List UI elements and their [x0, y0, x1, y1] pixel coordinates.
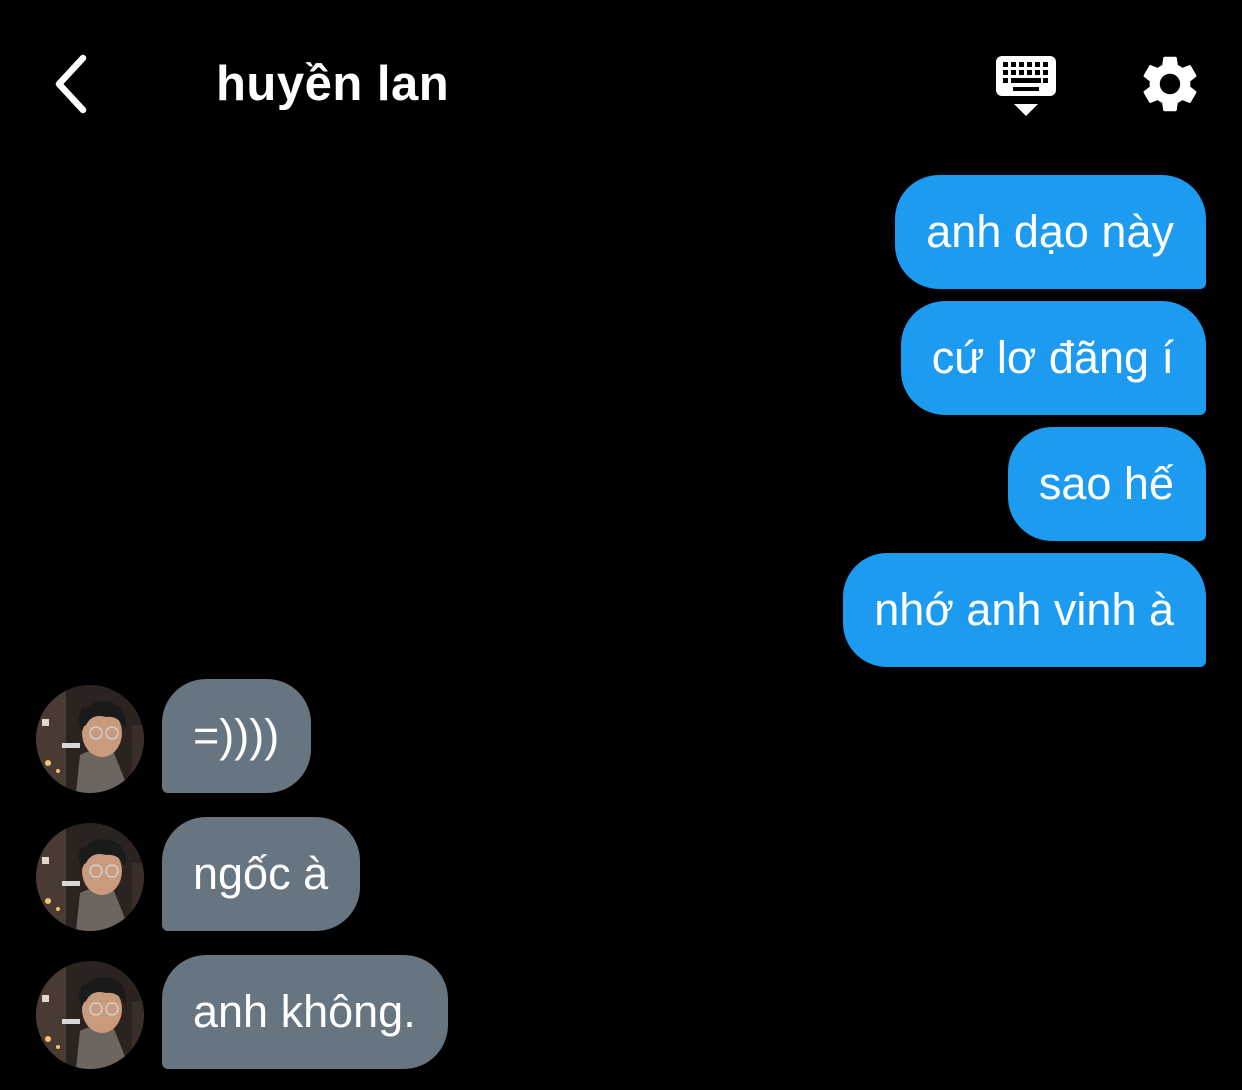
message-row-outgoing: cứ lơ đãng í	[900, 301, 1206, 415]
outgoing-message-bubble[interactable]: cứ lơ đãng í	[900, 301, 1206, 415]
incoming-message-bubble[interactable]: ngốc à	[162, 817, 361, 931]
message-thread: anh dạo này cứ lơ đãng í sao hế nhớ anh …	[0, 0, 1242, 1090]
outgoing-message-bubble[interactable]: anh dạo này	[895, 175, 1206, 289]
message-row-outgoing: nhớ anh vinh à	[843, 553, 1206, 667]
avatar[interactable]	[36, 961, 144, 1069]
message-row-outgoing: anh dạo này	[895, 175, 1206, 289]
incoming-message-bubble[interactable]: =))))	[162, 679, 312, 793]
message-row-outgoing: sao hế	[1007, 427, 1206, 541]
message-row-incoming: anh không.	[36, 955, 448, 1069]
avatar[interactable]	[36, 823, 144, 931]
outgoing-message-bubble[interactable]: sao hế	[1007, 427, 1206, 541]
outgoing-message-bubble[interactable]: nhớ anh vinh à	[843, 553, 1206, 667]
avatar[interactable]	[36, 685, 144, 793]
incoming-message-bubble[interactable]: anh không.	[162, 955, 448, 1069]
message-row-incoming: =))))	[36, 679, 312, 793]
message-row-incoming: ngốc à	[36, 817, 361, 931]
